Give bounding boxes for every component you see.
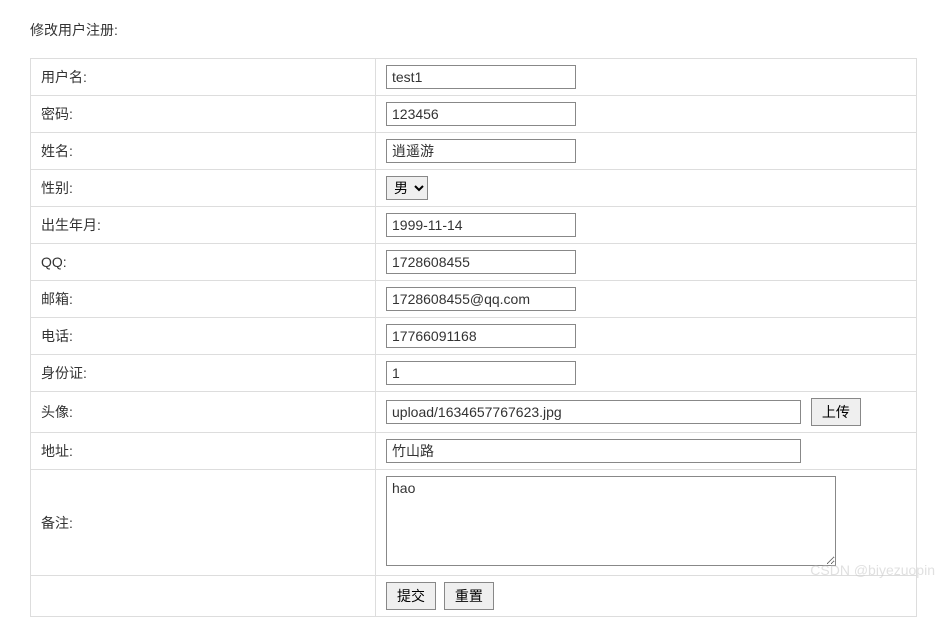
row-username: 用户名: (31, 59, 917, 96)
remark-textarea[interactable] (386, 476, 836, 566)
password-input[interactable] (386, 102, 576, 126)
row-qq: QQ: (31, 244, 917, 281)
label-phone: 电话: (31, 318, 376, 355)
submit-button[interactable]: 提交 (386, 582, 436, 610)
row-actions: 提交 重置 (31, 576, 917, 617)
row-email: 邮箱: (31, 281, 917, 318)
avatar-input[interactable] (386, 400, 801, 424)
upload-button[interactable]: 上传 (811, 398, 861, 426)
label-gender: 性别: (31, 170, 376, 207)
row-birth: 出生年月: (31, 207, 917, 244)
phone-input[interactable] (386, 324, 576, 348)
label-avatar: 头像: (31, 392, 376, 433)
row-gender: 性别: 男 (31, 170, 917, 207)
edit-user-form: 用户名: 密码: 姓名: 性别: 男 出生年月: QQ: 邮箱: 电话: 身份证… (30, 58, 917, 617)
name-input[interactable] (386, 139, 576, 163)
row-address: 地址: (31, 433, 917, 470)
label-remark: 备注: (31, 470, 376, 576)
row-avatar: 头像: 上传 (31, 392, 917, 433)
row-remark: 备注: (31, 470, 917, 576)
idcard-input[interactable] (386, 361, 576, 385)
email-input[interactable] (386, 287, 576, 311)
username-input[interactable] (386, 65, 576, 89)
label-actions (31, 576, 376, 617)
address-input[interactable] (386, 439, 801, 463)
birth-input[interactable] (386, 213, 576, 237)
row-password: 密码: (31, 96, 917, 133)
row-phone: 电话: (31, 318, 917, 355)
row-idcard: 身份证: (31, 355, 917, 392)
label-idcard: 身份证: (31, 355, 376, 392)
row-name: 姓名: (31, 133, 917, 170)
label-password: 密码: (31, 96, 376, 133)
label-name: 姓名: (31, 133, 376, 170)
gender-select[interactable]: 男 (386, 176, 428, 200)
qq-input[interactable] (386, 250, 576, 274)
reset-button[interactable]: 重置 (444, 582, 494, 610)
label-qq: QQ: (31, 244, 376, 281)
label-address: 地址: (31, 433, 376, 470)
label-email: 邮箱: (31, 281, 376, 318)
label-username: 用户名: (31, 59, 376, 96)
label-birth: 出生年月: (31, 207, 376, 244)
page-title: 修改用户注册: (30, 20, 917, 40)
